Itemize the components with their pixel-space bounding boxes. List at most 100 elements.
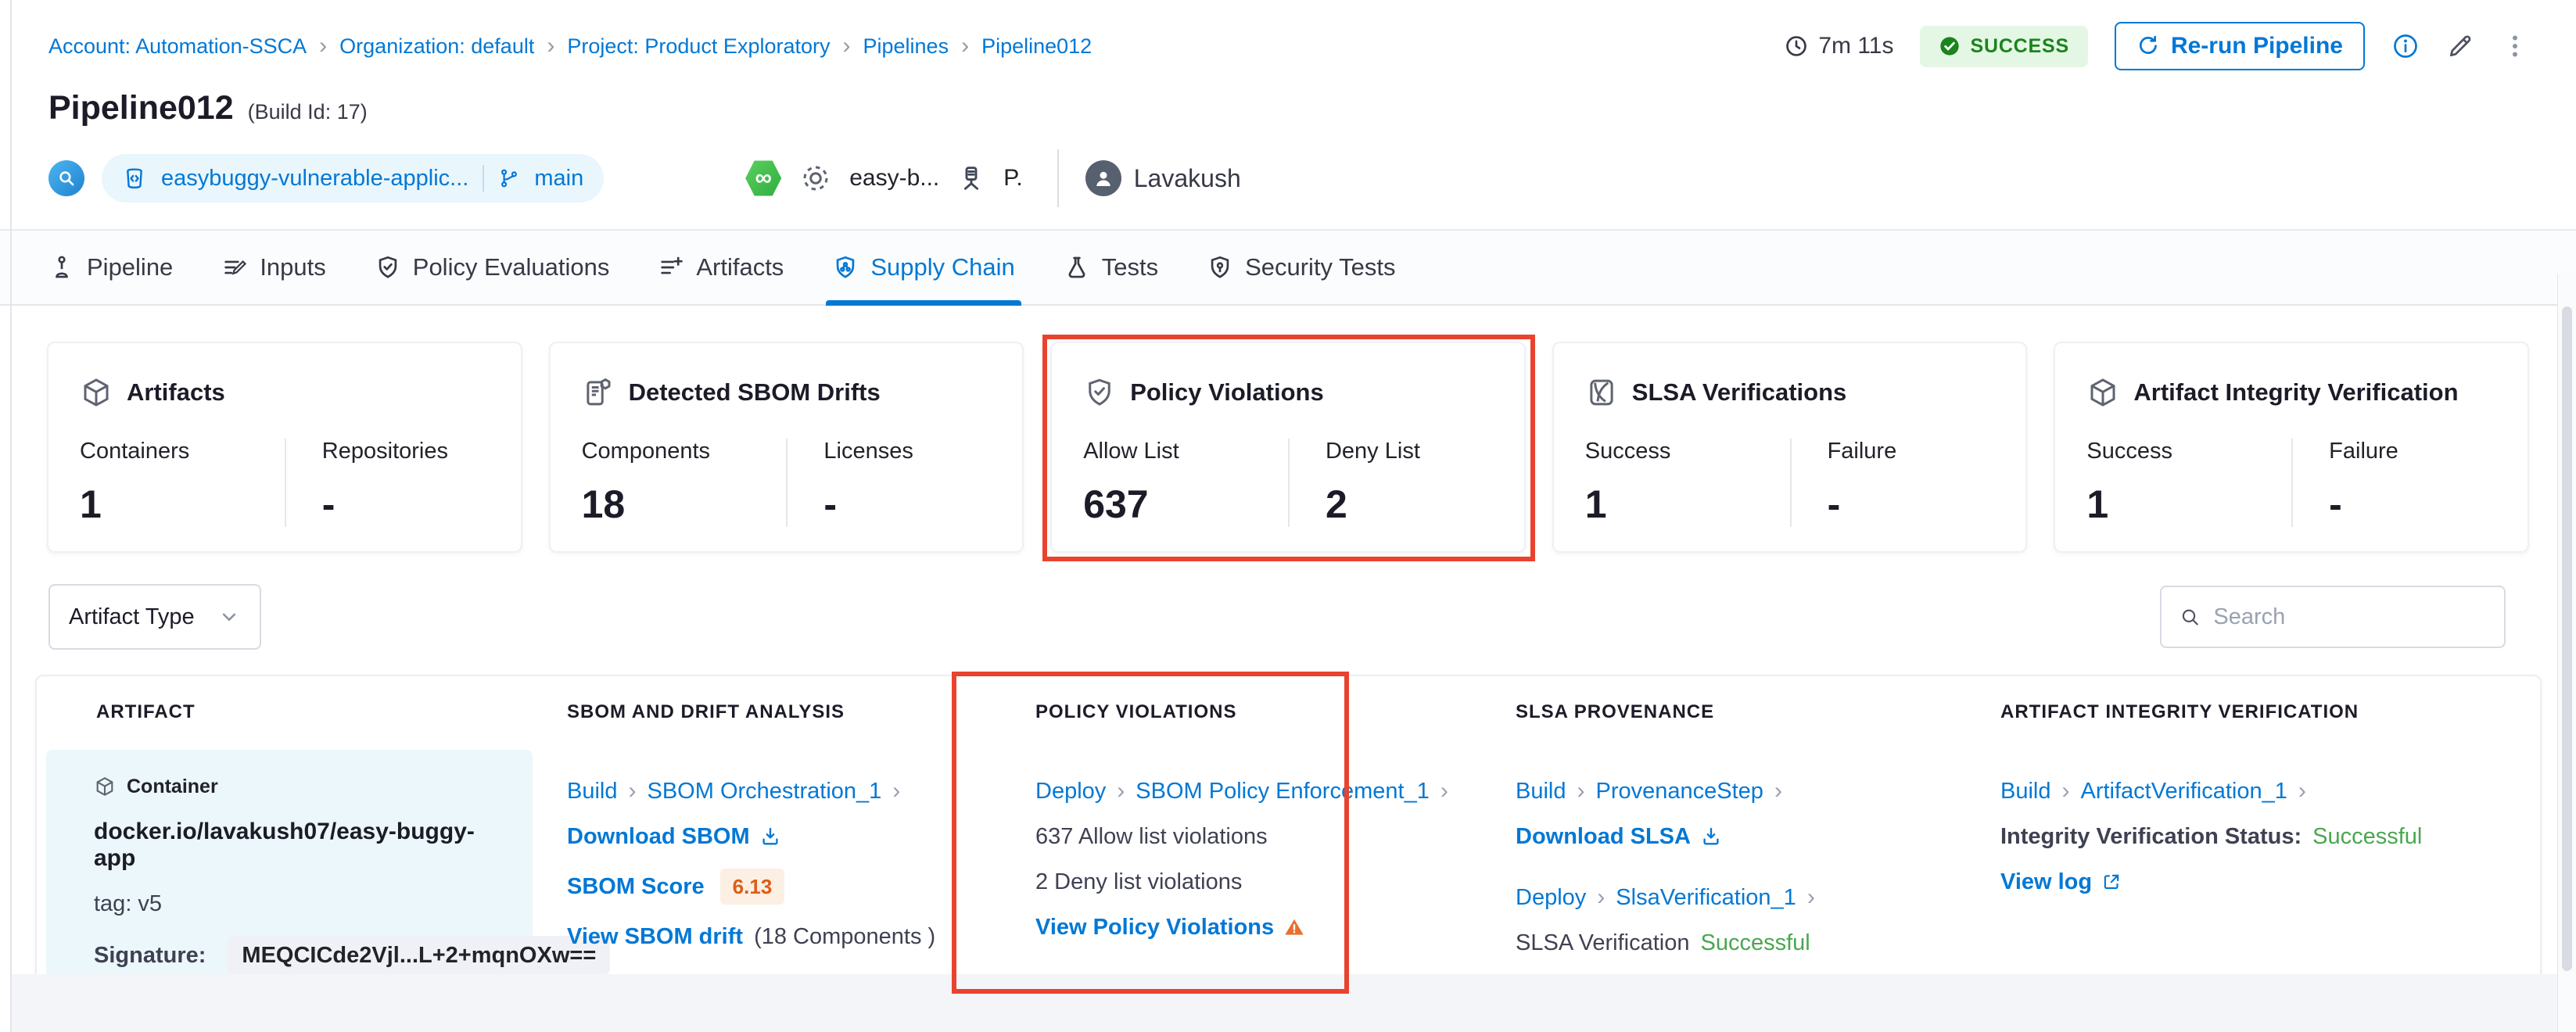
artifacts-list-icon — [658, 254, 684, 281]
stage-link[interactable]: Build — [1516, 778, 1566, 804]
inputs-icon — [221, 254, 248, 281]
flask-icon — [1064, 254, 1090, 281]
signature-label: Signature: — [94, 942, 206, 969]
tab-security-tests[interactable]: Security Tests — [1207, 231, 1395, 304]
breadcrumb-organization[interactable]: Organization: default — [339, 34, 534, 59]
stat-repositories: Repositories - — [285, 439, 490, 527]
artifact-tag: tag: v5 — [94, 890, 162, 917]
card-slsa-verifications: SLSA Verifications Success 1 Failure - — [1552, 342, 2028, 553]
search-input[interactable] — [2213, 604, 2487, 630]
chevron-right-icon: › — [892, 778, 900, 804]
col-header-policy: POLICY VIOLATIONS — [1012, 701, 1492, 723]
repository-icon — [122, 166, 147, 191]
tab-bar: Pipeline Inputs Policy Evaluations Artif… — [0, 229, 2576, 306]
card-artifact-integrity: Artifact Integrity Verification Success … — [2054, 342, 2529, 553]
breadcrumb-account[interactable]: Account: Automation-SSCA — [48, 34, 307, 59]
slsa-verification-label: SLSA Verification — [1516, 930, 1689, 956]
vertical-scrollbar[interactable] — [2557, 274, 2576, 1032]
integrity-status-value: Successful — [2312, 823, 2422, 850]
shield-lock-icon — [1207, 254, 1233, 281]
delegate-short-name: P. — [1003, 165, 1022, 192]
download-icon — [759, 826, 781, 847]
drift-components-count: (18 Components ) — [754, 923, 935, 950]
stat-integrity-failure: Failure - — [2291, 439, 2496, 527]
stage-link[interactable]: Deploy — [1516, 884, 1586, 911]
deny-list-violations: 2 Deny list violations — [1035, 869, 1242, 895]
artifact-cell: Container docker.io/lavakush07/easy-bugg… — [46, 750, 533, 995]
edit-pencil-icon[interactable] — [2446, 32, 2474, 60]
refresh-icon — [2137, 34, 2160, 58]
download-icon — [1700, 826, 1722, 847]
table-row: Container docker.io/lavakush07/easy-bugg… — [37, 748, 2540, 1006]
breadcrumb: Account: Automation-SSCA › Organization:… — [48, 34, 1092, 59]
breadcrumb-pipeline012[interactable]: Pipeline012 — [981, 34, 1092, 59]
delegate-icon — [956, 163, 986, 193]
repo-name[interactable]: easybuggy-vulnerable-applic... — [161, 166, 468, 192]
search-box — [2160, 586, 2506, 648]
stage-link[interactable]: Deploy — [1035, 778, 1106, 804]
scrollbar-thumb[interactable] — [2562, 306, 2572, 971]
gear-icon — [799, 162, 832, 195]
stat-slsa-failure: Failure - — [1790, 439, 1995, 527]
tab-tests[interactable]: Tests — [1064, 231, 1158, 304]
step-link[interactable]: ProvenanceStep — [1596, 778, 1763, 804]
stage-link[interactable]: Build — [2000, 778, 2051, 804]
kebab-menu-icon[interactable] — [2501, 32, 2529, 60]
stat-containers: Containers 1 — [80, 439, 285, 527]
slsa-verification-status: Successful — [1700, 930, 1810, 956]
breadcrumb-project[interactable]: Project: Product Exploratory — [567, 34, 830, 59]
stat-allow-list: Allow List 637 — [1083, 439, 1288, 527]
tab-policy-evaluations[interactable]: Policy Evaluations — [375, 231, 610, 304]
breadcrumb-pipelines[interactable]: Pipelines — [863, 34, 949, 59]
chevron-right-icon: › — [547, 34, 554, 58]
chevron-right-icon: › — [1440, 778, 1448, 804]
tab-inputs[interactable]: Inputs — [221, 231, 325, 304]
policy-violations-cell: Deploy › SBOM Policy Enforcement_1 › 637… — [1012, 748, 1492, 959]
cube-icon — [80, 376, 113, 409]
shield-check-icon — [375, 254, 401, 281]
table-header-row: ARTIFACT SBOM AND DRIFT ANALYSIS POLICY … — [37, 676, 2540, 748]
sbom-score-link[interactable]: SBOM Score — [567, 873, 705, 900]
summary-cards: Artifacts Containers 1 Repositories - — [47, 342, 2529, 553]
page-header: Account: Automation-SSCA › Organization:… — [0, 0, 2576, 209]
git-branch-icon — [498, 167, 520, 189]
chevron-right-icon: › — [2062, 778, 2070, 804]
stat-components: Components 18 — [582, 439, 787, 527]
chevron-right-icon: › — [1807, 884, 1815, 911]
col-header-integrity: ARTIFACT INTEGRITY VERIFICATION — [1977, 701, 2540, 723]
integrity-status-label: Integrity Verification Status: — [2000, 823, 2302, 850]
sbom-score-badge: 6.13 — [720, 869, 785, 905]
tab-artifacts[interactable]: Artifacts — [658, 231, 784, 304]
artifact-type-label: Container — [127, 773, 218, 800]
view-log-link[interactable]: View log — [2000, 869, 2122, 895]
chevron-right-icon: › — [1117, 778, 1125, 804]
tab-pipeline[interactable]: Pipeline — [48, 231, 173, 304]
chevron-right-icon: › — [319, 34, 327, 58]
card-sbom-drifts: Detected SBOM Drifts Components 18 Licen… — [549, 342, 1024, 553]
chevron-right-icon: › — [1597, 884, 1605, 911]
chevron-right-icon: › — [961, 34, 969, 58]
download-slsa-link[interactable]: Download SLSA — [1516, 823, 1722, 850]
step-link[interactable]: SBOM Orchestration_1 — [648, 778, 882, 804]
card-policy-violations: Policy Violations Allow List 637 Deny Li… — [1050, 342, 1526, 553]
stage-link[interactable]: Build — [567, 778, 618, 804]
repo-pill[interactable]: easybuggy-vulnerable-applic... main — [102, 154, 604, 202]
branch-name[interactable]: main — [534, 166, 583, 192]
view-sbom-drift-link[interactable]: View SBOM drift — [567, 923, 743, 950]
cube-icon — [94, 776, 116, 797]
download-sbom-link[interactable]: Download SBOM — [567, 823, 781, 850]
artifact-type-dropdown[interactable]: Artifact Type — [48, 584, 261, 650]
info-icon[interactable] — [2391, 32, 2420, 60]
trigger-name[interactable]: easy-b... — [849, 165, 939, 192]
search-icon — [2179, 604, 2201, 629]
tab-supply-chain[interactable]: Supply Chain — [832, 231, 1014, 304]
step-link[interactable]: SlsaVerification_1 — [1616, 884, 1796, 911]
step-link[interactable]: ArtifactVerification_1 — [2081, 778, 2287, 804]
view-policy-violations-link[interactable]: View Policy Violations — [1035, 914, 1305, 941]
chevron-right-icon: › — [1577, 778, 1585, 804]
warning-triangle-icon — [1283, 916, 1305, 938]
card-artifacts: Artifacts Containers 1 Repositories - — [47, 342, 522, 553]
rerun-pipeline-button[interactable]: Re-run Pipeline — [2115, 22, 2365, 70]
step-link[interactable]: SBOM Policy Enforcement_1 — [1136, 778, 1430, 804]
check-circle-icon — [1939, 35, 1961, 57]
